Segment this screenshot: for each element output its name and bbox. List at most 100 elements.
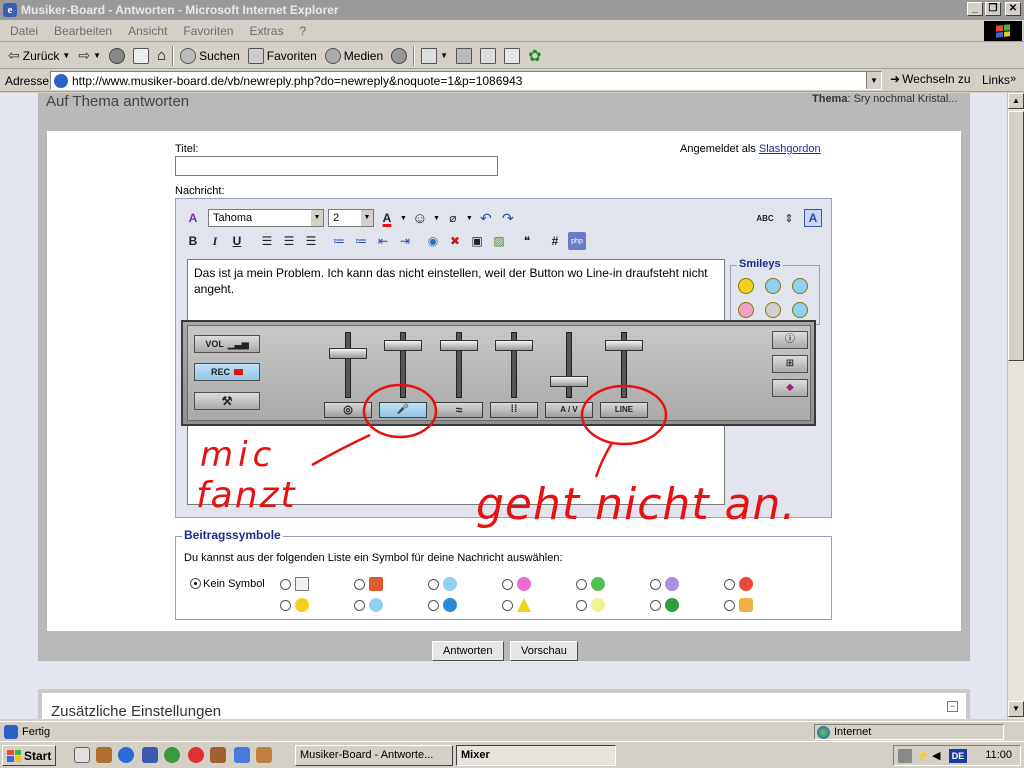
redo-icon[interactable]: ↷: [499, 209, 517, 227]
address-url[interactable]: http://www.musiker-board.de/vb/newreply.…: [72, 74, 522, 88]
language-indicator[interactable]: DE: [949, 749, 967, 763]
clear-format-icon[interactable]: A: [184, 209, 202, 227]
preview-button[interactable]: Vorschau: [510, 641, 578, 661]
radio-post-icon[interactable]: [502, 600, 513, 611]
text-color-dropdown-icon[interactable]: ▼: [400, 215, 407, 222]
search-button[interactable]: Suchen: [176, 45, 244, 67]
tool-icon[interactable]: [256, 747, 272, 763]
links-chevron-icon[interactable]: »: [1010, 73, 1016, 85]
quote-icon[interactable]: ❝: [518, 232, 536, 250]
app-icon[interactable]: [210, 747, 226, 763]
fader-wave[interactable]: [436, 332, 482, 398]
radio-post-icon[interactable]: [724, 600, 735, 611]
fader-knob[interactable]: [384, 340, 422, 351]
go-button[interactable]: ➜ Wechseln zu: [890, 72, 971, 86]
bold-button[interactable]: B: [184, 232, 202, 250]
mail-button[interactable]: ▼: [417, 45, 452, 67]
history-button[interactable]: [387, 45, 411, 67]
mixer-rec-button[interactable]: REC: [194, 363, 260, 381]
extra-settings-header[interactable]: Zusätzliche Einstellungen −: [42, 693, 966, 719]
edit-button[interactable]: [476, 45, 500, 67]
taskbar-item-browser[interactable]: Musiker-Board - Antworte...: [295, 745, 453, 766]
smiley-cool-icon[interactable]: [765, 278, 781, 294]
minimize-button[interactable]: _: [967, 2, 983, 16]
channel-mic-button[interactable]: 🎤: [379, 402, 427, 418]
discuss-button[interactable]: [500, 45, 524, 67]
radio-post-icon[interactable]: [576, 600, 587, 611]
switch-mode-icon[interactable]: A: [804, 209, 822, 227]
insert-link-icon[interactable]: ◉: [424, 232, 442, 250]
address-dropdown-icon[interactable]: ▼: [866, 72, 881, 89]
scroll-thumb[interactable]: [1008, 111, 1024, 361]
home-button[interactable]: ⌂: [153, 45, 170, 67]
ie-app-icon[interactable]: e: [3, 3, 17, 17]
fader-line[interactable]: [601, 332, 647, 398]
submit-reply-button[interactable]: Antworten: [432, 641, 504, 661]
scroll-up-icon[interactable]: ▲: [1008, 93, 1024, 109]
radio-post-icon[interactable]: [502, 579, 513, 590]
mixer-vol-button[interactable]: VOL ▁▃▅: [194, 335, 260, 353]
username-link[interactable]: Slashgordon: [759, 143, 821, 155]
collapse-icon[interactable]: −: [947, 701, 958, 712]
start-button[interactable]: Start: [2, 745, 56, 766]
remove-link-icon[interactable]: ✖: [446, 232, 464, 250]
align-right-icon[interactable]: ☰: [302, 232, 320, 250]
spellcheck-icon[interactable]: ABC: [756, 209, 774, 227]
smiley-tongue-icon[interactable]: [738, 302, 754, 318]
radio-post-icon[interactable]: [576, 579, 587, 590]
fader-knob[interactable]: [495, 340, 533, 351]
radio-post-icon[interactable]: [354, 579, 365, 590]
fader-knob[interactable]: [329, 348, 367, 359]
media-button[interactable]: Medien: [321, 45, 387, 67]
align-center-icon[interactable]: ☰: [280, 232, 298, 250]
smiley-sunglasses-icon[interactable]: [792, 278, 808, 294]
vertical-scrollbar[interactable]: ▲ ▼: [1007, 93, 1024, 719]
close-button[interactable]: ✕: [1005, 2, 1021, 16]
forward-button[interactable]: ⇨ ▼: [74, 45, 105, 67]
underline-button[interactable]: U: [228, 232, 246, 250]
radio-post-icon[interactable]: [428, 579, 439, 590]
mixer-settings-button[interactable]: ⚒: [194, 392, 260, 410]
font-dropdown-icon[interactable]: ▼: [311, 210, 323, 226]
icq-icon[interactable]: [164, 747, 180, 763]
smiley-devil-icon[interactable]: [765, 302, 781, 318]
scroll-down-icon[interactable]: ▼: [1008, 701, 1024, 717]
menu-ansicht[interactable]: Ansicht: [120, 24, 175, 38]
menu-bearbeiten[interactable]: Bearbeiten: [46, 24, 120, 38]
speaker-icon[interactable]: ◀: [932, 749, 946, 763]
outdent-icon[interactable]: ⇤: [374, 232, 392, 250]
code-hash-button[interactable]: #: [546, 232, 564, 250]
taskbar-item-mixer[interactable]: Mixer: [456, 745, 616, 766]
quicklaunch-app-icon[interactable]: [96, 747, 112, 763]
italic-button[interactable]: I: [206, 232, 224, 250]
favorites-button[interactable]: Favoriten: [244, 45, 321, 67]
outlook-icon[interactable]: [142, 747, 158, 763]
fader-av[interactable]: [546, 332, 592, 398]
fader-midi[interactable]: [491, 332, 537, 398]
channel-wave-button[interactable]: ≈: [435, 402, 483, 418]
radio-post-icon[interactable]: [280, 579, 291, 590]
resize-icon[interactable]: ⇕: [780, 209, 798, 227]
radio-post-icon[interactable]: [650, 600, 661, 611]
radio-post-icon[interactable]: [354, 600, 365, 611]
unordered-list-icon[interactable]: ≔: [352, 232, 370, 250]
radio-no-icon[interactable]: [190, 578, 201, 589]
forward-dropdown-icon[interactable]: ▼: [93, 51, 101, 60]
media-player-icon[interactable]: [188, 747, 204, 763]
channel-midi-button[interactable]: ⁞⁞: [490, 402, 538, 418]
ordered-list-icon[interactable]: ≔: [330, 232, 348, 250]
php-button[interactable]: php: [568, 232, 586, 250]
radio-post-icon[interactable]: [650, 579, 661, 590]
messenger-button[interactable]: ✿: [524, 45, 545, 67]
smiley-wink-icon[interactable]: [792, 302, 808, 318]
attachment-dropdown-icon[interactable]: ▼: [466, 215, 473, 222]
back-dropdown-icon[interactable]: ▼: [62, 51, 70, 60]
menu-favoriten[interactable]: Favoriten: [175, 24, 241, 38]
stop-button[interactable]: [105, 45, 129, 67]
fader-knob[interactable]: [605, 340, 643, 351]
size-select[interactable]: 2 ▼: [328, 209, 374, 227]
indent-icon[interactable]: ⇥: [396, 232, 414, 250]
radio-post-icon[interactable]: [280, 600, 291, 611]
fader-cd[interactable]: [325, 332, 371, 398]
menu-help[interactable]: ?: [291, 24, 314, 38]
